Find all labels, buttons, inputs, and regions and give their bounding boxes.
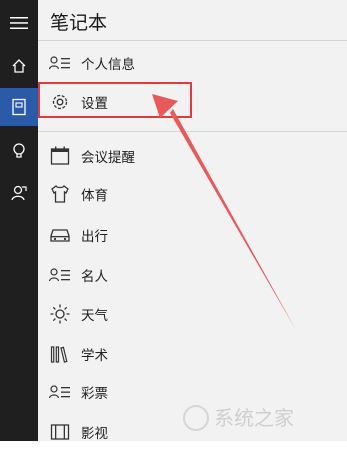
books-icon xyxy=(47,343,73,365)
menu-item-label: 彩票 xyxy=(81,386,108,402)
person-list-icon xyxy=(47,52,73,74)
section-divider xyxy=(38,131,347,132)
lightbulb-icon xyxy=(13,143,25,158)
watermark-logo: 系统之家 xyxy=(183,405,294,431)
sun-icon xyxy=(47,303,73,325)
notebook-panel: 笔记本 个人信息 设置 会议提醒 体育 出行 名人 天气 学术 彩票 影视 xyxy=(38,0,347,443)
menu-item-label: 学术 xyxy=(81,348,108,364)
film-icon xyxy=(47,421,73,443)
car-icon xyxy=(47,224,73,246)
home-icon xyxy=(12,59,26,73)
menu-item-label: 体育 xyxy=(81,188,108,204)
menu-item-label: 会议提醒 xyxy=(81,150,135,166)
lightbulb-button[interactable] xyxy=(0,132,38,170)
menu-item-label: 名人 xyxy=(81,269,108,285)
left-rail xyxy=(0,0,38,441)
notebook-button[interactable] xyxy=(0,88,38,126)
feedback-button[interactable] xyxy=(0,174,38,212)
menu-item-personal-info[interactable]: 个人信息 xyxy=(38,44,347,82)
hamburger-menu-icon xyxy=(10,17,28,29)
home-button[interactable] xyxy=(0,47,38,85)
person-list-icon xyxy=(47,264,73,286)
feedback-icon xyxy=(11,185,27,201)
title-divider xyxy=(38,40,347,41)
menu-item-label: 天气 xyxy=(81,308,108,324)
calendar-icon xyxy=(47,145,73,167)
page-title: 笔记本 xyxy=(50,12,108,34)
jersey-icon xyxy=(47,183,73,205)
menu-item-label: 个人信息 xyxy=(81,57,135,73)
notebook-icon xyxy=(12,98,26,116)
watermark-text: 系统之家 xyxy=(214,406,294,430)
menu-item-academic[interactable]: 学术 xyxy=(38,335,347,373)
menu-item-sports[interactable]: 体育 xyxy=(38,175,347,213)
settings-highlight-box xyxy=(38,82,192,118)
menu-item-label: 影视 xyxy=(81,426,108,442)
menu-item-label: 出行 xyxy=(81,229,108,245)
menu-item-celebrities[interactable]: 名人 xyxy=(38,256,347,294)
menu-item-travel[interactable]: 出行 xyxy=(38,216,347,254)
person-list-icon xyxy=(47,381,73,403)
menu-item-weather[interactable]: 天气 xyxy=(38,295,347,333)
menu-item-meeting-reminder[interactable]: 会议提醒 xyxy=(38,137,347,175)
hamburger-menu-button[interactable] xyxy=(0,4,38,42)
